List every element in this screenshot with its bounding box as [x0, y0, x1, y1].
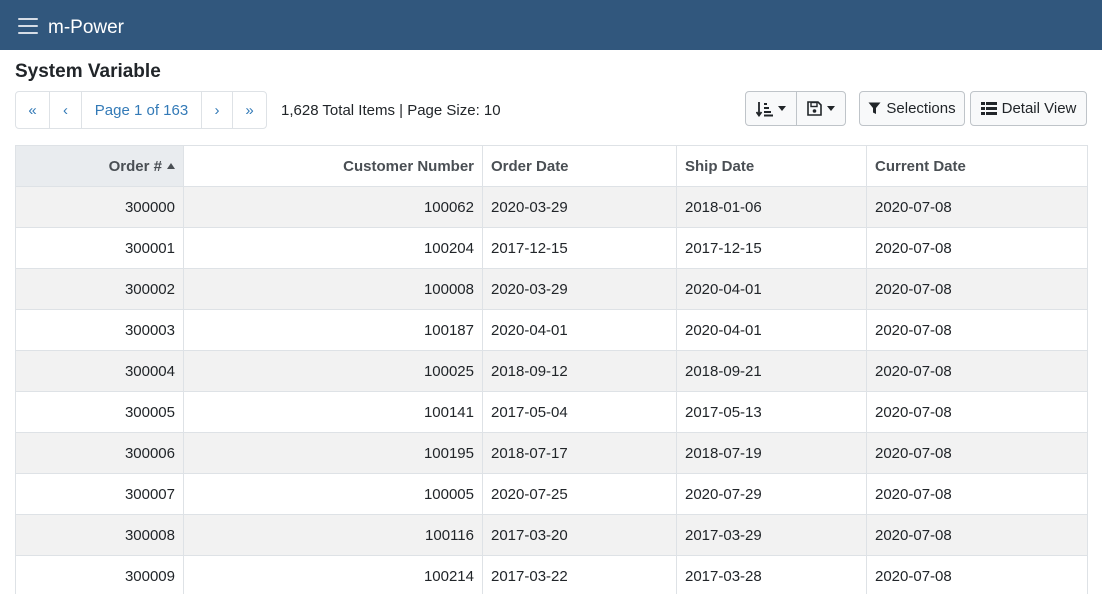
order-number-cell: 300009 [15, 555, 184, 594]
ship-date-cell: 2020-07-29 [676, 473, 867, 515]
table-row[interactable]: 300006 100195 2018-07-17 2018-07-19 2020-07-… [15, 432, 1088, 474]
column-header-current-date[interactable]: Current Date [866, 145, 1088, 187]
current-date-cell: 2020-07-08 [866, 432, 1088, 474]
last-page-button[interactable]: » [233, 92, 266, 128]
ship-date-cell: 2020-04-01 [676, 268, 867, 310]
current-date-cell: 2020-07-08 [866, 473, 1088, 515]
page-indicator[interactable]: Page 1 of 163 [82, 92, 202, 128]
order-date-cell: 2020-03-29 [482, 268, 677, 310]
current-date-cell: 2020-07-08 [866, 268, 1088, 310]
table-row[interactable]: 300002 100008 2020-03-29 2020-04-01 2020-07-… [15, 268, 1088, 310]
column-header-order-date[interactable]: Order Date [482, 145, 677, 187]
column-header-ship-date[interactable]: Ship Date [676, 145, 867, 187]
table-row[interactable]: 300000 100062 2020-03-29 2018-01-06 2020-07-… [15, 186, 1088, 228]
order-number-cell: 300000 [15, 186, 184, 228]
customer-number-cell: 100214 [183, 555, 483, 594]
sort-dropdown-button[interactable] [746, 92, 796, 125]
next-page-button[interactable]: › [202, 92, 233, 128]
table-row[interactable]: 300001 100204 2017-12-15 2017-12-15 2020-07-… [15, 227, 1088, 269]
order-date-cell: 2017-03-22 [482, 555, 677, 594]
table-row[interactable]: 300003 100187 2020-04-01 2020-04-01 2020-07-… [15, 309, 1088, 351]
list-icon [980, 102, 997, 115]
ship-date-cell: 2018-07-19 [676, 432, 867, 474]
current-date-cell: 2020-07-08 [866, 555, 1088, 594]
order-date-cell: 2020-03-29 [482, 186, 677, 228]
ship-date-cell: 2017-05-13 [676, 391, 867, 433]
order-number-cell: 300002 [15, 268, 184, 310]
customer-number-cell: 100187 [183, 309, 483, 351]
top-navbar: m-Power [0, 0, 1102, 50]
ship-date-cell: 2017-03-29 [676, 514, 867, 556]
table-header-row: Order # Customer Number Order Date Ship … [15, 145, 1088, 187]
total-items-summary: 1,628 Total Items | Page Size: 10 [281, 102, 501, 119]
customer-number-cell: 100008 [183, 268, 483, 310]
customer-number-cell: 100116 [183, 514, 483, 556]
order-number-cell: 300003 [15, 309, 184, 351]
order-date-cell: 2017-05-04 [482, 391, 677, 433]
order-number-cell: 300001 [15, 227, 184, 269]
order-date-cell: 2020-07-25 [482, 473, 677, 515]
order-date-cell: 2017-03-20 [482, 514, 677, 556]
current-date-cell: 2020-07-08 [866, 227, 1088, 269]
order-date-cell: 2018-07-17 [482, 432, 677, 474]
selections-button[interactable]: Selections [859, 91, 965, 126]
table-row[interactable]: 300009 100214 2017-03-22 2017-03-28 2020-07-… [15, 555, 1088, 594]
table-row[interactable]: 300004 100025 2018-09-12 2018-09-21 2020-07-… [15, 350, 1088, 392]
order-date-cell: 2020-04-01 [482, 309, 677, 351]
selections-label: Selections [886, 100, 956, 117]
table-row[interactable]: 300007 100005 2020-07-25 2020-07-29 2020-07-… [15, 473, 1088, 515]
customer-number-cell: 100025 [183, 350, 483, 392]
current-date-cell: 2020-07-08 [866, 350, 1088, 392]
order-number-cell: 300008 [15, 514, 184, 556]
order-number-cell: 300007 [15, 473, 184, 515]
previous-page-button[interactable]: ‹ [50, 92, 82, 128]
detail-view-label: Detail View [1001, 100, 1077, 117]
order-number-cell: 300004 [15, 350, 184, 392]
orders-table: Order # Customer Number Order Date Ship … [15, 145, 1088, 594]
ship-date-cell: 2020-04-01 [676, 309, 867, 351]
order-date-cell: 2017-12-15 [482, 227, 677, 269]
chevron-down-icon [777, 106, 786, 111]
ship-date-cell: 2018-01-06 [676, 186, 867, 228]
filter-icon [868, 102, 881, 114]
ship-date-cell: 2017-03-28 [676, 555, 867, 594]
current-date-cell: 2020-07-08 [866, 514, 1088, 556]
pagination: « ‹ Page 1 of 163 › » [15, 91, 267, 129]
order-date-cell: 2018-09-12 [482, 350, 677, 392]
customer-number-cell: 100005 [183, 473, 483, 515]
app-brand[interactable]: m-Power [48, 17, 124, 39]
detail-view-button[interactable]: Detail View [970, 91, 1087, 126]
current-date-cell: 2020-07-08 [866, 186, 1088, 228]
ship-date-cell: 2018-09-21 [676, 350, 867, 392]
customer-number-cell: 100204 [183, 227, 483, 269]
table-row[interactable]: 300008 100116 2017-03-20 2017-03-29 2020-07-… [15, 514, 1088, 556]
customer-number-cell: 100141 [183, 391, 483, 433]
sort-amount-down-icon [755, 101, 773, 117]
table-row[interactable]: 300005 100141 2017-05-04 2017-05-13 2020-07-… [15, 391, 1088, 433]
chevron-down-icon [826, 106, 835, 111]
current-date-cell: 2020-07-08 [866, 309, 1088, 351]
first-page-button[interactable]: « [16, 92, 50, 128]
customer-number-cell: 100195 [183, 432, 483, 474]
column-header-customer-number[interactable]: Customer Number [183, 145, 483, 187]
current-date-cell: 2020-07-08 [866, 391, 1088, 433]
page-title: System Variable [15, 61, 161, 82]
sort-save-button-group [745, 91, 846, 126]
ship-date-cell: 2017-12-15 [676, 227, 867, 269]
save-dropdown-button[interactable] [795, 92, 846, 125]
floppy-disk-icon [806, 101, 822, 116]
hamburger-menu-icon[interactable] [18, 18, 38, 35]
order-number-cell: 300006 [15, 432, 184, 474]
order-number-cell: 300005 [15, 391, 184, 433]
customer-number-cell: 100062 [183, 186, 483, 228]
column-header-order-number[interactable]: Order # [15, 145, 184, 187]
sort-ascending-icon [167, 162, 175, 169]
